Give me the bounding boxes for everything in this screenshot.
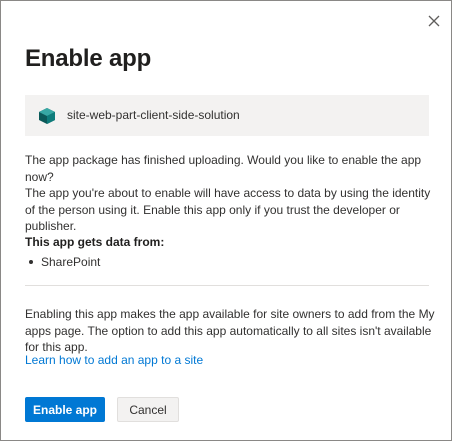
enable-app-button[interactable]: Enable app xyxy=(25,397,105,422)
data-sources-heading: This app gets data from: xyxy=(25,235,165,249)
close-icon xyxy=(428,15,440,27)
package-card: site-web-part-client-side-solution xyxy=(25,95,429,136)
enable-app-dialog: Enable app site-web-part-client-side-sol… xyxy=(0,0,452,441)
access-message: The app you're about to enable will have… xyxy=(25,186,431,233)
package-cube-icon xyxy=(39,108,55,124)
data-source-label: SharePoint xyxy=(41,255,101,269)
list-item: SharePoint xyxy=(29,255,100,269)
availability-message: Enabling this app makes the app availabl… xyxy=(25,307,435,354)
dialog-title: Enable app xyxy=(25,45,152,72)
upload-message: The app package has finished uploading. … xyxy=(25,153,422,184)
package-name: site-web-part-client-side-solution xyxy=(67,108,240,122)
bullet-icon xyxy=(29,259,33,264)
learn-more-link[interactable]: Learn how to add an app to a site xyxy=(25,353,203,367)
cancel-button[interactable]: Cancel xyxy=(117,397,179,422)
close-button[interactable] xyxy=(425,12,443,30)
divider xyxy=(25,285,429,286)
